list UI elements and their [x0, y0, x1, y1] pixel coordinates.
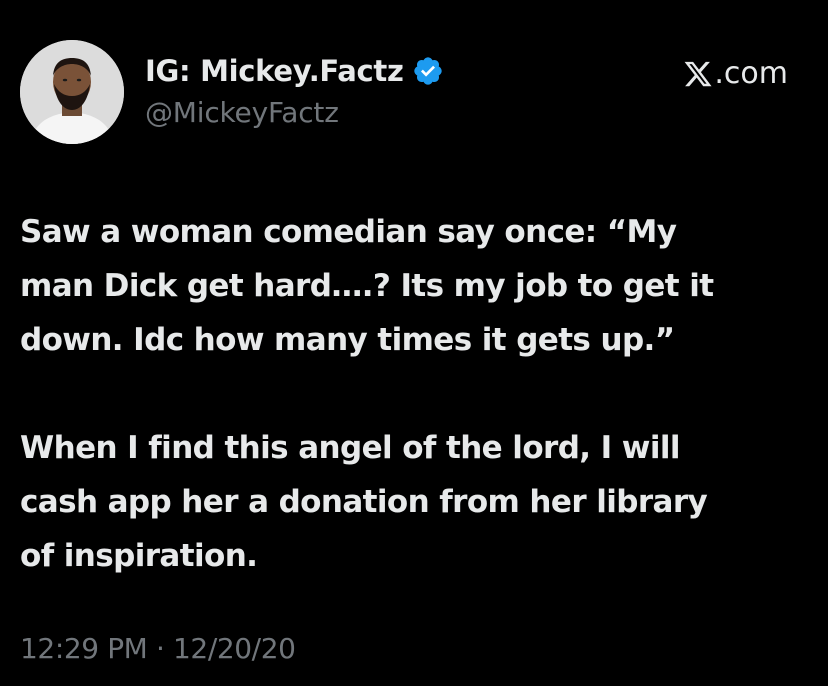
- tweet-paragraph-1: Saw a woman comedian say once: “My man D…: [20, 205, 810, 367]
- tweet-line: Saw a woman comedian say once: “My: [20, 214, 677, 250]
- site-mark: .com: [683, 56, 788, 91]
- tweet-text: Saw a woman comedian say once: “My man D…: [20, 205, 810, 583]
- verified-badge-icon: [412, 55, 444, 87]
- avatar[interactable]: [20, 40, 124, 144]
- tweet-line: When I find this angel of the lord, I wi…: [20, 430, 681, 466]
- tweet-time: 12:29 PM: [20, 632, 148, 665]
- tweet-paragraph-2: When I find this angel of the lord, I wi…: [20, 421, 810, 583]
- timestamp-separator: ·: [155, 632, 165, 665]
- x-logo-icon: [683, 59, 713, 89]
- display-name[interactable]: IG: Mickey.Factz: [145, 54, 404, 88]
- tweet-line: cash app her a donation from her library: [20, 484, 708, 520]
- author-identity: IG: Mickey.Factz @MickeyFactz: [145, 52, 444, 129]
- tweet-timestamp[interactable]: 12:29 PM · 12/20/20: [20, 632, 296, 665]
- tweet-line: of inspiration.: [20, 538, 258, 574]
- tweet-date: 12/20/20: [172, 632, 296, 665]
- profile-photo: [20, 40, 124, 144]
- tweet-card: IG: Mickey.Factz @MickeyFactz .com Saw a…: [0, 0, 828, 686]
- tweet-line: man Dick get hard….? Its my job to get i…: [20, 268, 714, 304]
- site-label: .com: [714, 56, 788, 91]
- display-name-row: IG: Mickey.Factz: [145, 52, 444, 90]
- author-handle[interactable]: @MickeyFactz: [145, 96, 444, 129]
- tweet-line: down. Idc how many times it gets up.”: [20, 322, 675, 358]
